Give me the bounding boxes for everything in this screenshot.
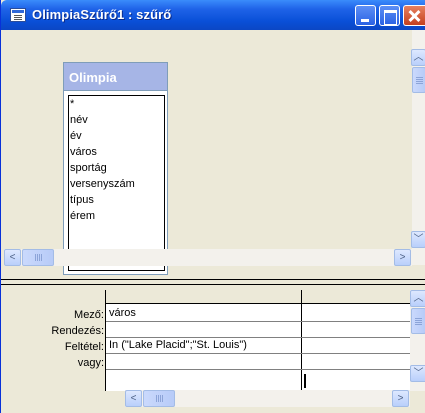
filter-window: OlimpiaSzűrő1 : szűrő Olimpia * név év v… bbox=[0, 0, 425, 413]
design-grid[interactable]: város In ("Lake Placid";"St. Louis") bbox=[105, 290, 411, 391]
field-item-erem[interactable]: érem bbox=[70, 209, 95, 224]
field-item-sportag[interactable]: sportág bbox=[70, 161, 107, 176]
field-list-olimpia[interactable]: Olimpia * név év város sportág versenysz… bbox=[63, 62, 168, 275]
window-title: OlimpiaSzűrő1 : szűrő bbox=[32, 7, 172, 22]
form-icon[interactable] bbox=[10, 8, 26, 22]
scroll-right-arrow-icon[interactable]: > bbox=[394, 249, 411, 266]
scroll-left-arrow-icon[interactable]: < bbox=[4, 249, 21, 266]
pane-splitter[interactable] bbox=[1, 279, 425, 285]
scroll-down-arrow-icon[interactable]: ﹀ bbox=[411, 231, 425, 248]
lower-horizontal-thumb[interactable] bbox=[143, 390, 175, 407]
field-item-tipus[interactable]: típus bbox=[70, 193, 94, 208]
cell-sort-col1[interactable] bbox=[106, 321, 301, 337]
field-item-all[interactable]: * bbox=[70, 97, 74, 112]
field-item-ev[interactable]: év bbox=[70, 129, 82, 144]
grid-scroll-down-arrow-icon[interactable]: ﹀ bbox=[410, 365, 425, 382]
title-bar[interactable]: OlimpiaSzűrő1 : szűrő bbox=[1, 0, 425, 30]
lower-vertical-thumb[interactable] bbox=[411, 308, 425, 334]
minimize-button[interactable] bbox=[355, 5, 376, 26]
column-selector-row[interactable] bbox=[106, 290, 411, 304]
table-pane: Olimpia * név év város sportág versenysz… bbox=[4, 30, 425, 279]
field-list-body[interactable]: * név év város sportág versenyszám típus… bbox=[68, 95, 165, 271]
upper-vertical-scrollbar[interactable]: ︿ ﹀ bbox=[411, 30, 425, 265]
cell-or-col1[interactable] bbox=[106, 353, 301, 369]
lower-vertical-scrollbar[interactable]: ︿ ﹀ bbox=[410, 290, 425, 391]
scroll-up-arrow-icon[interactable]: ︿ bbox=[411, 49, 425, 66]
cell-field-col1[interactable]: város bbox=[106, 305, 301, 321]
lower-horizontal-scrollbar[interactable]: < > bbox=[125, 390, 410, 407]
row-label-sort: Rendezés: bbox=[51, 325, 104, 337]
row-label-field: Mező: bbox=[74, 309, 104, 321]
text-cursor bbox=[304, 374, 306, 388]
upper-horizontal-thumb[interactable] bbox=[22, 249, 54, 266]
field-item-nev[interactable]: név bbox=[70, 113, 88, 128]
upper-horizontal-scrollbar[interactable]: < > bbox=[4, 249, 412, 266]
upper-vertical-thumb[interactable] bbox=[412, 67, 425, 93]
row-label-criteria: Feltétel: bbox=[64, 341, 104, 353]
maximize-button[interactable] bbox=[379, 5, 400, 26]
field-list-title[interactable]: Olimpia bbox=[64, 63, 167, 91]
field-item-versenyszam[interactable]: versenyszám bbox=[70, 177, 135, 192]
row-label-or: vagy: bbox=[77, 357, 104, 369]
grid-scroll-right-arrow-icon[interactable]: > bbox=[392, 390, 409, 407]
field-item-varos[interactable]: város bbox=[70, 145, 97, 160]
grid-scroll-left-arrow-icon[interactable]: < bbox=[125, 390, 142, 407]
design-grid-pane: Mező: Rendezés: Feltétel: vagy: város In… bbox=[4, 286, 425, 413]
cell-criteria-col1[interactable]: In ("Lake Placid";"St. Louis") bbox=[106, 337, 301, 353]
grid-scroll-up-arrow-icon[interactable]: ︿ bbox=[410, 290, 425, 307]
close-button[interactable] bbox=[403, 5, 425, 26]
table-area[interactable]: Olimpia * név év város sportág versenysz… bbox=[4, 30, 412, 275]
